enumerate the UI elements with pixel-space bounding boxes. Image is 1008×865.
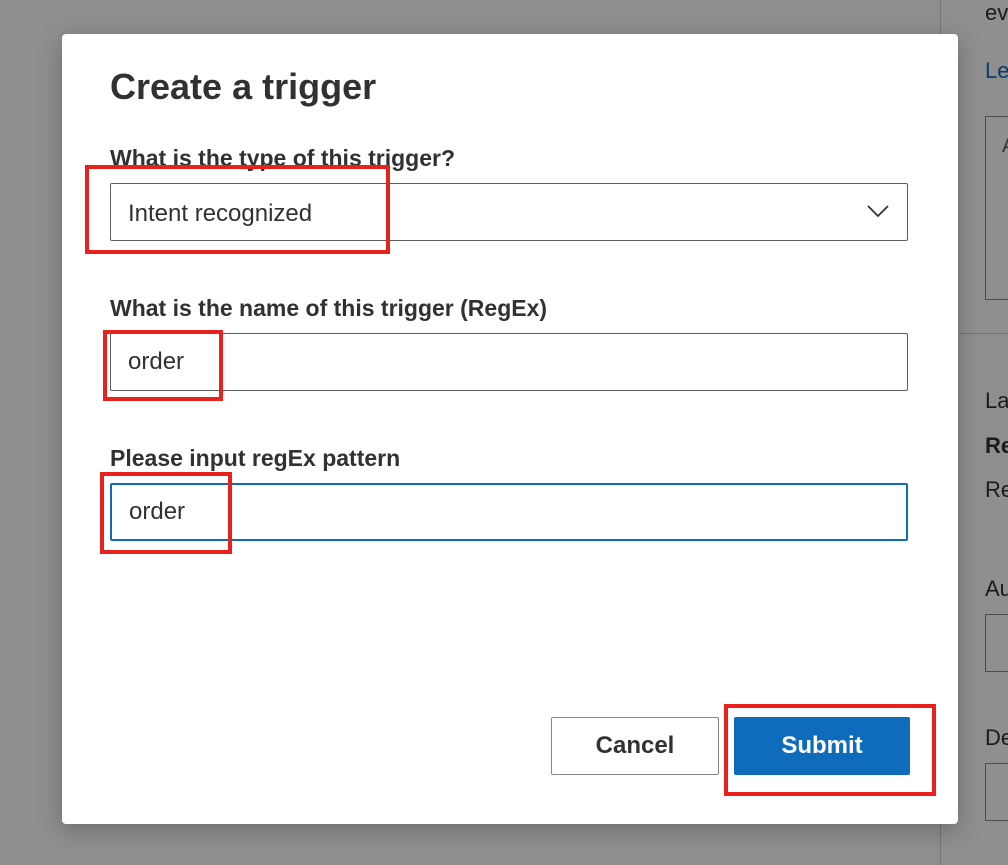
- trigger-type-selected-value: Intent recognized: [128, 200, 313, 227]
- trigger-name-label: What is the name of this trigger (RegEx): [110, 295, 548, 321]
- submit-button[interactable]: Submit: [734, 717, 910, 775]
- create-trigger-dialog: Create a trigger What is the type of thi…: [62, 34, 958, 824]
- regex-pattern-input[interactable]: [110, 483, 908, 541]
- trigger-name-input[interactable]: [110, 333, 908, 391]
- chevron-down-icon: [867, 205, 889, 218]
- dialog-title: Create a trigger: [110, 66, 377, 107]
- trigger-type-label: What is the type of this trigger?: [110, 145, 456, 171]
- cancel-button[interactable]: Cancel: [551, 717, 719, 775]
- regex-pattern-label: Please input regEx pattern: [110, 445, 401, 471]
- trigger-type-dropdown[interactable]: Intent recognized: [110, 183, 908, 241]
